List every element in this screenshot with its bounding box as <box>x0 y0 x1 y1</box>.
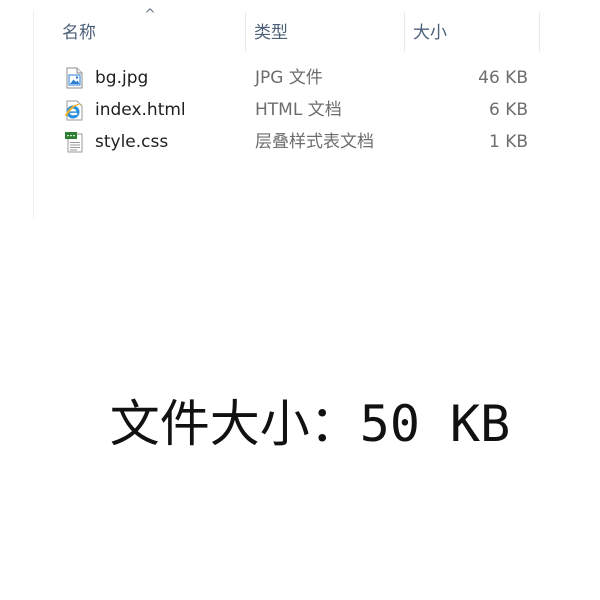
file-type: HTML 文档 <box>255 100 342 120</box>
file-row-style-css[interactable]: style.css 层叠样式表文档 1 KB <box>34 126 540 158</box>
column-header-name[interactable]: 名称 <box>54 10 246 54</box>
file-name: style.css <box>95 132 169 152</box>
column-divider[interactable] <box>539 12 540 52</box>
jpg-image-file-icon <box>63 67 85 89</box>
column-header-row: ^ 名称 类型 大小 <box>34 7 540 54</box>
file-explorer-details-view: ^ 名称 类型 大小 bg.jpg JPG 文件 46 KB index.htm… <box>0 0 600 230</box>
file-name: index.html <box>95 100 186 120</box>
file-type: 层叠样式表文档 <box>255 132 374 152</box>
html-document-icon <box>63 99 85 121</box>
column-header-type[interactable]: 类型 <box>246 10 405 54</box>
file-size: 46 KB <box>478 68 528 88</box>
css-stylesheet-icon <box>63 131 85 153</box>
file-row-index-html[interactable]: index.html HTML 文档 6 KB <box>34 94 540 126</box>
file-row-bg-jpg[interactable]: bg.jpg JPG 文件 46 KB <box>34 62 540 94</box>
column-header-size[interactable]: 大小 <box>405 10 540 54</box>
file-name: bg.jpg <box>95 68 149 88</box>
total-file-size-caption: 文件大小：50 KB <box>109 395 511 453</box>
file-list: bg.jpg JPG 文件 46 KB index.html HTML 文档 6… <box>34 62 540 158</box>
file-type: JPG 文件 <box>255 68 323 88</box>
file-size: 1 KB <box>488 132 528 152</box>
file-size: 6 KB <box>488 100 528 120</box>
